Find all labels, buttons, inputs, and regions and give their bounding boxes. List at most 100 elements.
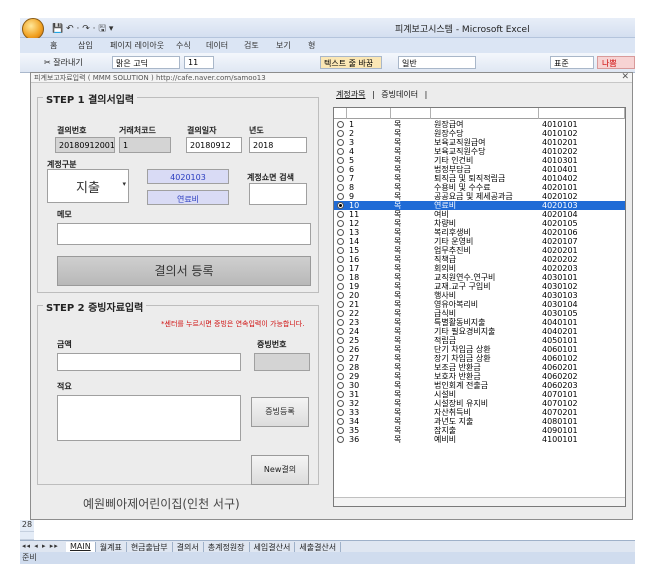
radio-button[interactable]: [337, 436, 344, 443]
ribbon-tab-view[interactable]: 보기: [276, 40, 291, 51]
number-format-select[interactable]: 일반: [398, 56, 476, 69]
radio-button[interactable]: [337, 193, 344, 200]
account-row[interactable]: 22 목 급식비 4030105: [334, 309, 625, 318]
ribbon-tab-formulas[interactable]: 수식: [176, 40, 191, 51]
amount-field[interactable]: [57, 353, 241, 371]
account-row[interactable]: 13 목 복리후생비 4020106: [334, 228, 625, 237]
tab-proof-data[interactable]: 증빙데이터: [381, 90, 418, 99]
radio-button[interactable]: [337, 400, 344, 407]
radio-button[interactable]: [337, 391, 344, 398]
row-header[interactable]: 28: [20, 520, 34, 532]
radio-button[interactable]: [337, 166, 344, 173]
account-row[interactable]: 4 목 보육교직원수당 4010202: [334, 147, 625, 156]
radio-button[interactable]: [337, 337, 344, 344]
doc-no-field[interactable]: 20180912001: [55, 137, 115, 153]
account-row[interactable]: 24 목 기타 필요경비지출 4040201: [334, 327, 625, 336]
ribbon-tab-review[interactable]: 검토: [244, 40, 259, 51]
radio-button[interactable]: [337, 157, 344, 164]
account-row[interactable]: 32 목 시설장비 유지비 4070102: [334, 399, 625, 408]
account-row[interactable]: 2 목 원장수당 4010102: [334, 129, 625, 138]
radio-button[interactable]: [337, 139, 344, 146]
radio-button[interactable]: [337, 346, 344, 353]
date-field[interactable]: 20180912: [186, 137, 242, 153]
account-row[interactable]: 27 목 장기 차입금 상환 4060102: [334, 354, 625, 363]
radio-button[interactable]: [337, 364, 344, 371]
account-row[interactable]: 25 목 적립금 4050101: [334, 336, 625, 345]
account-row[interactable]: 9 목 공공요금 및 제세공과금 4020102: [334, 192, 625, 201]
account-row[interactable]: 7 목 퇴직금 및 퇴직적립금 4010402: [334, 174, 625, 183]
office-button[interactable]: [22, 18, 44, 40]
account-row[interactable]: 29 목 보호자 반환금 4060202: [334, 372, 625, 381]
account-row[interactable]: 19 목 교재.교구 구입비 4030102: [334, 282, 625, 291]
radio-button[interactable]: [337, 373, 344, 380]
radio-button[interactable]: [337, 319, 344, 326]
account-row[interactable]: 15 목 업무추진비 4020201: [334, 246, 625, 255]
proof-no-field[interactable]: [254, 353, 310, 371]
account-list[interactable]: 1 목 원장급여 4010101 2 목 원장수당 4010102 3 목 보육교직원급여 40102…: [333, 107, 626, 507]
font-select[interactable]: 맑은 고딕: [112, 56, 180, 69]
radio-button[interactable]: [337, 427, 344, 434]
account-row[interactable]: 21 목 영유아복리비 4030104: [334, 300, 625, 309]
account-row[interactable]: 14 목 기타 운영비 4020107: [334, 237, 625, 246]
radio-button[interactable]: [337, 418, 344, 425]
sheet-nav-arrows[interactable]: ◂◂ ◂ ▸ ▸▸: [22, 542, 59, 550]
account-row[interactable]: 26 목 단기 차입금 상환 4060101: [334, 345, 625, 354]
account-row[interactable]: 31 목 시설비 4070101: [334, 390, 625, 399]
ribbon-tab-home[interactable]: 홈: [50, 40, 57, 51]
memo-field[interactable]: [57, 223, 311, 245]
proof-register-button[interactable]: 증빙등록: [251, 397, 309, 427]
account-row[interactable]: 28 목 보조금 반환금 4060201: [334, 363, 625, 372]
radio-button[interactable]: [337, 292, 344, 299]
close-icon[interactable]: ✕: [621, 72, 629, 82]
wrap-text-button[interactable]: 텍스트 줄 바꿈: [320, 56, 382, 69]
year-field[interactable]: 2018: [249, 137, 307, 153]
account-row[interactable]: 1 목 원장급여 4010101: [334, 120, 625, 129]
row-header[interactable]: [20, 532, 34, 540]
quick-access-toolbar[interactable]: 💾 ↶ · ↷ · 🖫 ▾: [52, 21, 113, 37]
horizontal-scrollbar[interactable]: [334, 497, 625, 506]
radio-button[interactable]: [337, 265, 344, 272]
radio-button[interactable]: [337, 121, 344, 128]
account-row[interactable]: 5 목 기타 인건비 4010301: [334, 156, 625, 165]
account-row[interactable]: 35 목 잡지출 4090101: [334, 426, 625, 435]
account-row[interactable]: 11 목 여비 4020104: [334, 210, 625, 219]
new-resolution-button[interactable]: New결의: [251, 455, 309, 485]
style-normal[interactable]: 표준: [550, 56, 594, 69]
kind-select[interactable]: 지출 ▾: [47, 169, 129, 203]
radio-button[interactable]: [337, 283, 344, 290]
style-bad[interactable]: 나쁨: [597, 56, 635, 69]
radio-button[interactable]: [337, 274, 344, 281]
radio-button[interactable]: [337, 382, 344, 389]
account-row[interactable]: 18 목 교직원연수.연구비 4030101: [334, 273, 625, 282]
radio-button[interactable]: [337, 238, 344, 245]
account-row[interactable]: 17 목 회의비 4020203: [334, 264, 625, 273]
client-code-field[interactable]: 1: [119, 137, 171, 153]
radio-button[interactable]: [337, 328, 344, 335]
radio-button[interactable]: [337, 220, 344, 227]
account-row[interactable]: 33 목 자산취득비 4070201: [334, 408, 625, 417]
ribbon-tab-page-layout[interactable]: 페이지 레이아웃: [110, 40, 164, 51]
radio-button[interactable]: [337, 184, 344, 191]
account-row[interactable]: 8 목 수용비 및 수수료 4020101: [334, 183, 625, 192]
account-row[interactable]: 16 목 직책급 4020202: [334, 255, 625, 264]
account-row[interactable]: 23 목 특별활동비지출 4040101: [334, 318, 625, 327]
radio-button[interactable]: [337, 175, 344, 182]
radio-button[interactable]: [337, 301, 344, 308]
radio-button[interactable]: [337, 229, 344, 236]
account-search-field[interactable]: [249, 183, 307, 205]
radio-button[interactable]: [337, 310, 344, 317]
radio-button[interactable]: [337, 211, 344, 218]
radio-button[interactable]: [337, 202, 344, 209]
radio-button[interactable]: [337, 130, 344, 137]
radio-button[interactable]: [337, 355, 344, 362]
radio-button[interactable]: [337, 247, 344, 254]
radio-button[interactable]: [337, 409, 344, 416]
font-size-select[interactable]: 11: [184, 56, 214, 69]
ribbon-tab-insert[interactable]: 삽입: [78, 40, 93, 51]
ribbon-tab-extra[interactable]: 형: [308, 40, 315, 51]
account-row[interactable]: 10 목 연료비 4020103: [334, 201, 625, 210]
account-row[interactable]: 36 목 예비비 4100101: [334, 435, 625, 444]
account-row[interactable]: 34 목 과년도 지출 4080101: [334, 417, 625, 426]
account-row[interactable]: 30 목 법인회계 전출금 4060203: [334, 381, 625, 390]
account-row[interactable]: 20 목 행사비 4030103: [334, 291, 625, 300]
